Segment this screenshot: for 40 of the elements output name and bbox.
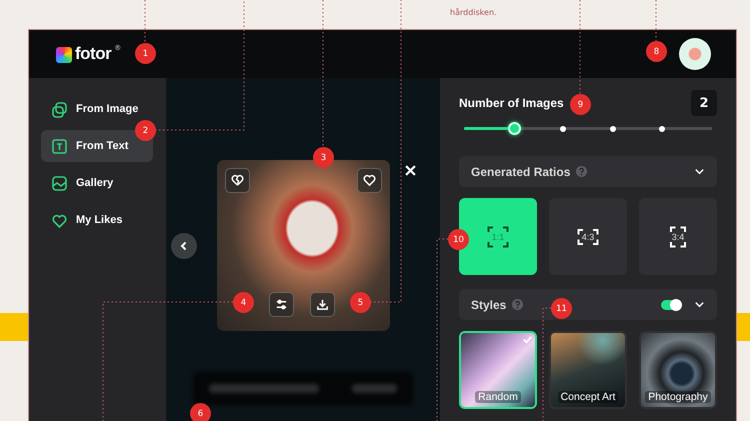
logo-text[interactable]: fotor (75, 44, 112, 64)
download-button[interactable] (310, 292, 335, 317)
ratios-header[interactable]: Generated Ratios (459, 156, 717, 188)
styles-toggle[interactable] (661, 300, 680, 310)
accent-stripe (0, 313, 28, 341)
sidebar-item[interactable]: My Likes (41, 204, 153, 236)
crop-frame-icon (670, 226, 686, 248)
broken-heart-button[interactable] (225, 168, 250, 193)
text-icon (51, 138, 68, 154)
logo-icon (56, 47, 72, 63)
crop-frame-icon (578, 228, 598, 245)
ratio-option[interactable]: 4:3 (549, 198, 627, 276)
ratios-title: Generated Ratios (471, 164, 570, 179)
heart-icon (363, 174, 376, 187)
previous-button[interactable] (171, 233, 197, 259)
caption-text: hårddisken. (450, 8, 497, 17)
download-icon (316, 298, 329, 311)
style-option[interactable]: Photography (639, 330, 717, 409)
broken-heart-icon (231, 174, 244, 187)
slider-thumb[interactable] (508, 122, 521, 135)
images-icon (51, 100, 68, 118)
accent-stripe (737, 313, 750, 341)
help-icon (512, 299, 524, 310)
style-option[interactable]: Random (459, 330, 537, 409)
sliders-icon (275, 298, 288, 311)
avatar[interactable] (679, 38, 711, 70)
help-icon (576, 166, 588, 178)
styles-title: Styles (471, 298, 506, 312)
sidebar-item[interactable]: Gallery (41, 167, 153, 199)
like-button[interactable] (357, 168, 382, 193)
check-icon (522, 334, 533, 345)
image-count: 2 (691, 90, 717, 116)
chevron-left-icon (179, 241, 189, 251)
style-option[interactable]: Concept Art (549, 330, 627, 409)
crop-frame-icon (488, 226, 508, 248)
leader-line (144, 0, 146, 44)
adjust-button[interactable] (269, 292, 294, 317)
gallery-icon (51, 174, 68, 192)
number-of-images-label: Number of Images (459, 96, 564, 110)
ratio-option[interactable]: 3:4 (639, 198, 717, 276)
